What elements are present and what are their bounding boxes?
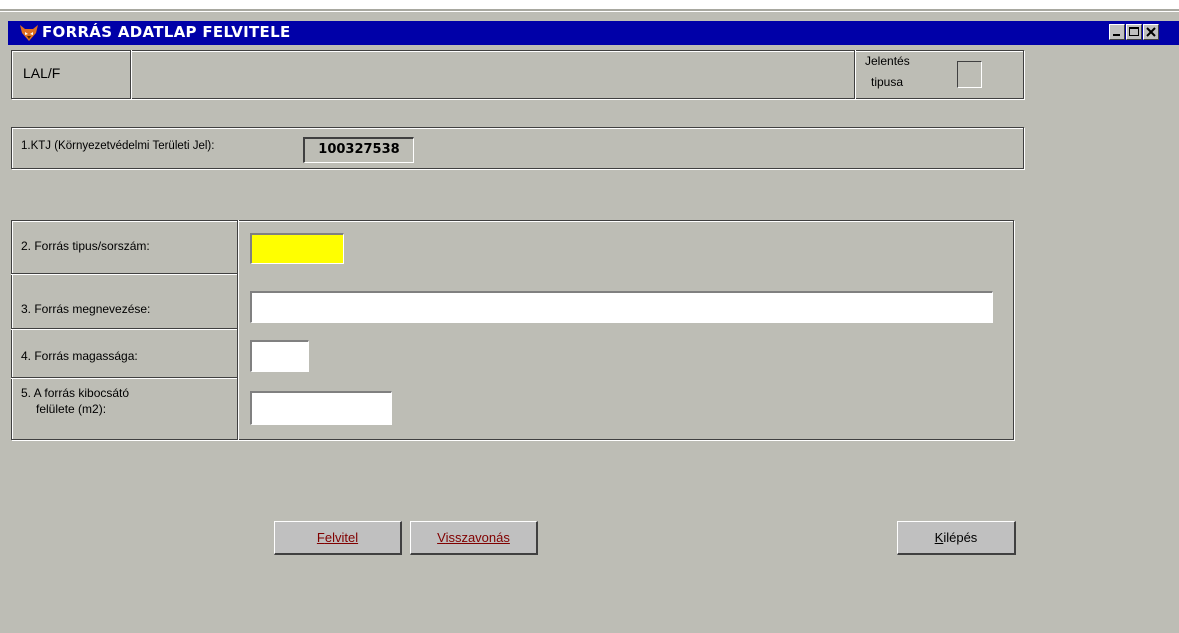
- row-divider-2: [11, 328, 237, 329]
- minimize-button[interactable]: [1109, 24, 1125, 40]
- top-divider: [0, 9, 1179, 11]
- header-divider-left: [130, 50, 131, 99]
- submit-button[interactable]: Felvitel: [274, 521, 402, 555]
- maximize-icon: [1129, 27, 1139, 36]
- fox-app-icon: [20, 25, 38, 41]
- undo-label: isszavonás: [445, 530, 510, 545]
- ktj-label: 1.KTJ (Környezetvédelmi Területi Jel):: [21, 140, 215, 152]
- height-label: 4. Forrás magassága:: [21, 349, 138, 363]
- surface-label-2: felülete (m2):: [36, 402, 107, 416]
- source-form-panel: [11, 220, 1014, 440]
- window-title: FORRÁS ADATLAP FELVITELE: [42, 23, 291, 41]
- submit-accelerator: F: [316, 530, 325, 545]
- submit-label: elvitel: [324, 530, 359, 545]
- row-divider-3: [11, 377, 237, 378]
- top-strip: [0, 0, 1179, 12]
- name-label: 3. Forrás megnevezése:: [21, 302, 151, 316]
- type-number-input[interactable]: [250, 233, 344, 264]
- form-code: LAL/F: [23, 65, 61, 81]
- report-type-label-1: Jelentés: [865, 54, 910, 68]
- undo-button[interactable]: Visszavonás: [410, 521, 538, 555]
- surface-label-1: 5. A forrás kibocsátó: [21, 386, 130, 400]
- form-column-divider: [237, 220, 238, 440]
- maximize-button[interactable]: [1126, 24, 1142, 40]
- row-divider-1: [11, 273, 237, 274]
- undo-accelerator: V: [437, 530, 446, 545]
- height-input[interactable]: [250, 340, 309, 372]
- window-titlebar[interactable]: FORRÁS ADATLAP FELVITELE: [8, 21, 1179, 45]
- exit-label: ilépés: [943, 530, 978, 545]
- minimize-icon: [1113, 34, 1120, 36]
- name-input[interactable]: [250, 291, 993, 323]
- report-type-checkbox[interactable]: [957, 61, 982, 88]
- close-icon: [1146, 27, 1156, 37]
- close-button[interactable]: [1143, 24, 1159, 40]
- header-divider-right: [854, 50, 855, 99]
- report-type-label-2: tipusa: [871, 75, 904, 89]
- surface-input[interactable]: [250, 391, 392, 425]
- type-number-label: 2. Forrás tipus/sorszám:: [21, 239, 150, 253]
- ktj-value: 100327538: [303, 137, 414, 163]
- exit-button[interactable]: Kilépés: [897, 521, 1016, 555]
